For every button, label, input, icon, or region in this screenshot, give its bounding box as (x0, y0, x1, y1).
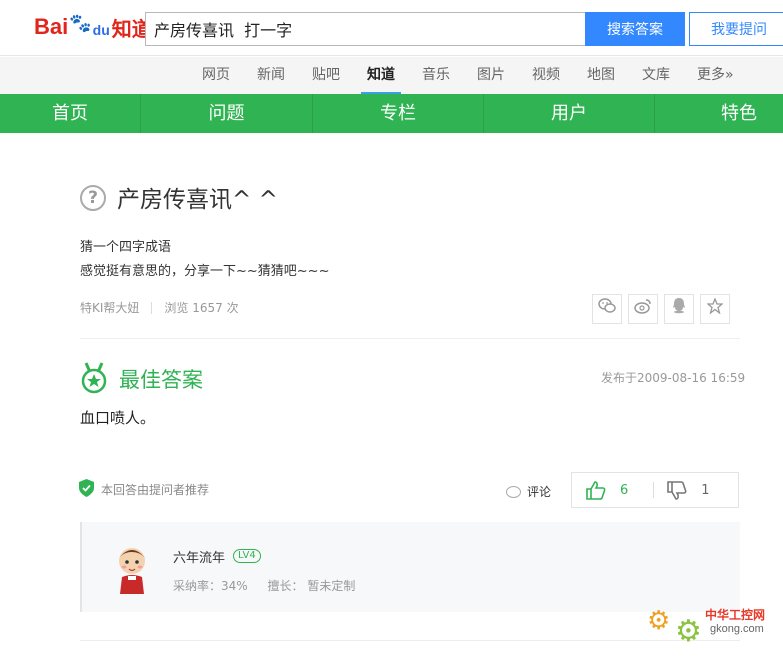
specialty: 擅长： 暂未定制 (267, 579, 356, 593)
logo-du-text: du (92, 22, 110, 38)
search-answer-button[interactable]: 搜索答案 (585, 12, 685, 46)
answerer-name-link[interactable]: 六年流年 (173, 547, 225, 566)
question-meta: 特KI帮大妞 浏览 1657 次 (80, 299, 239, 316)
level-badge: LV4 (233, 549, 261, 563)
section-nav-users[interactable]: 用户 (484, 94, 655, 133)
comment-label: 评论 (527, 485, 552, 499)
section-nav-columns[interactable]: 专栏 (313, 94, 484, 133)
product-nav-item[interactable]: 文库 (636, 57, 676, 94)
divider (80, 640, 740, 641)
meta-separator (151, 301, 153, 314)
paw-icon: 🐾 (69, 12, 92, 34)
shield-check-icon (79, 479, 94, 497)
ask-question-button[interactable]: 我要提问 (689, 12, 783, 46)
view-count: 浏览 1657 次 (164, 301, 239, 315)
product-nav-item[interactable]: 地图 (581, 57, 621, 94)
product-nav-more[interactable]: 更多» (691, 57, 740, 94)
answerer-card: 六年流年 LV4 采纳率：34% 擅长： 暂未定制 (80, 522, 740, 612)
answer-content: 血口喷人。 (80, 409, 156, 427)
product-nav-item[interactable]: 视频 (526, 57, 566, 94)
divider (80, 338, 740, 339)
downvote-count: 1 (701, 482, 710, 498)
upvote-count: 6 (620, 482, 629, 498)
downvote-button[interactable]: 1 (667, 480, 710, 500)
thumbs-down-icon (667, 480, 687, 500)
best-answer-title: 最佳答案 (119, 368, 203, 392)
question-description: 猜一个四字成语 感觉挺有意思的，分享一下~~猜猜吧~~~ (80, 236, 329, 284)
section-nav-features[interactable]: 特色 (655, 94, 783, 133)
logo-bai-text: Bai (34, 14, 69, 39)
product-nav: 网页 新闻 贴吧 知道 音乐 图片 视频 地图 文库 更多» (0, 57, 783, 94)
product-nav-item[interactable]: 音乐 (416, 57, 456, 94)
thumbs-up-icon (586, 480, 606, 500)
watermark-en: gkong.com (710, 623, 764, 635)
question-description-line: 猜一个四字成语 (80, 240, 172, 255)
comment-icon (506, 485, 521, 498)
section-nav-home[interactable]: 首页 (0, 94, 141, 133)
weibo-icon[interactable] (628, 294, 658, 324)
asker-name-link[interactable]: 特KI帮大妞 (80, 299, 139, 316)
qq-icon[interactable] (664, 294, 694, 324)
gear-icon: ⚙ (675, 614, 702, 649)
product-nav-item[interactable]: 图片 (471, 57, 511, 94)
comment-button[interactable]: 评论 (506, 483, 551, 500)
product-nav-item-active[interactable]: 知道 (361, 57, 401, 94)
gear-icon: ⚙ (647, 606, 671, 636)
answer-published-time: 发布于2009-08-16 16:59 (601, 371, 746, 385)
gkong-watermark: ⚙ ⚙ 中华工控网 gkong.com (645, 596, 783, 652)
search-input[interactable] (145, 12, 586, 46)
recommended-by-asker: 本回答由提问者推荐 (101, 483, 210, 497)
product-nav-item[interactable]: 新闻 (251, 57, 291, 94)
adoption-rate: 采纳率：34% (173, 579, 248, 593)
favorite-star-icon[interactable] (700, 294, 730, 324)
question-description-line: 感觉挺有意思的，分享一下~~猜猜吧~~~ (80, 264, 330, 279)
watermark-cn: 中华工控网 (705, 608, 766, 622)
medal-icon (80, 362, 108, 394)
wechat-icon[interactable] (592, 294, 622, 324)
product-nav-item[interactable]: 贴吧 (306, 57, 346, 94)
section-nav: 首页 问题 专栏 用户 特色 (0, 94, 783, 133)
upvote-button[interactable]: 6 (586, 480, 629, 500)
answerer-stats: 采纳率：34% 擅长： 暂未定制 (173, 577, 371, 594)
baidu-zhidao-logo[interactable]: Bai 🐾 du 知道 (34, 10, 152, 44)
header: Bai 🐾 du 知道 搜索答案 我要提问 (0, 0, 783, 56)
section-nav-questions[interactable]: 问题 (141, 94, 313, 133)
vote-separator (653, 482, 655, 498)
question-title: 产房传喜讯^ ^ (117, 187, 278, 213)
vote-box: 6 1 (571, 472, 739, 508)
question-mark-icon: ? (80, 185, 106, 211)
avatar[interactable] (110, 544, 154, 594)
product-nav-item[interactable]: 网页 (196, 57, 236, 94)
